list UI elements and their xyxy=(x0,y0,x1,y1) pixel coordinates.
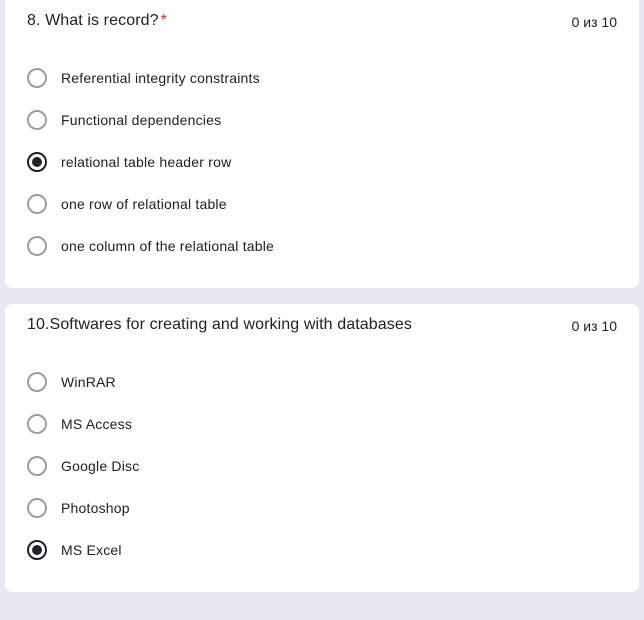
question-card: 10.Softwares for creating and working wi… xyxy=(5,304,639,592)
radio-icon[interactable] xyxy=(27,236,47,256)
option-row[interactable]: Referential integrity constraints xyxy=(27,68,617,88)
question-header: 10.Softwares for creating and working wi… xyxy=(27,316,617,334)
option-row[interactable]: Photoshop xyxy=(27,498,617,518)
option-label: relational table header row xyxy=(61,154,231,170)
radio-icon[interactable] xyxy=(27,498,47,518)
option-label: one row of relational table xyxy=(61,196,227,212)
radio-icon[interactable] xyxy=(27,414,47,434)
option-label: MS Access xyxy=(61,416,132,432)
option-label: one column of the relational table xyxy=(61,238,274,254)
radio-icon[interactable] xyxy=(27,194,47,214)
radio-icon[interactable] xyxy=(27,540,47,560)
option-row[interactable]: one column of the relational table xyxy=(27,236,617,256)
radio-icon[interactable] xyxy=(27,152,47,172)
option-row[interactable]: one row of relational table xyxy=(27,194,617,214)
question-title: 8. What is record?* xyxy=(27,12,167,30)
option-row[interactable]: WinRAR xyxy=(27,372,617,392)
option-label: Functional dependencies xyxy=(61,112,221,128)
options-group: Referential integrity constraints Functio… xyxy=(27,68,617,256)
score-label: 0 из 10 xyxy=(572,12,617,30)
option-label: Google Disc xyxy=(61,458,139,474)
radio-icon[interactable] xyxy=(27,372,47,392)
question-title: 10.Softwares for creating and working wi… xyxy=(27,316,412,334)
option-label: Referential integrity constraints xyxy=(61,70,260,86)
required-star: * xyxy=(161,12,167,29)
option-label: MS Excel xyxy=(61,542,122,558)
option-row[interactable]: relational table header row xyxy=(27,152,617,172)
radio-icon[interactable] xyxy=(27,110,47,130)
radio-icon[interactable] xyxy=(27,456,47,476)
option-row[interactable]: MS Access xyxy=(27,414,617,434)
options-group: WinRAR MS Access Google Disc Photoshop MS Ex… xyxy=(27,372,617,560)
score-label: 0 из 10 xyxy=(572,316,617,334)
option-row[interactable]: Functional dependencies xyxy=(27,110,617,130)
question-card: 8. What is record?* 0 из 10 Referential in… xyxy=(5,0,639,288)
question-title-text: 8. What is record? xyxy=(27,12,159,29)
option-row[interactable]: MS Excel xyxy=(27,540,617,560)
radio-icon[interactable] xyxy=(27,68,47,88)
option-label: WinRAR xyxy=(61,374,116,390)
option-label: Photoshop xyxy=(61,500,130,516)
question-header: 8. What is record?* 0 из 10 xyxy=(27,12,617,30)
option-row[interactable]: Google Disc xyxy=(27,456,617,476)
question-title-text: 10.Softwares for creating and working wi… xyxy=(27,316,412,333)
